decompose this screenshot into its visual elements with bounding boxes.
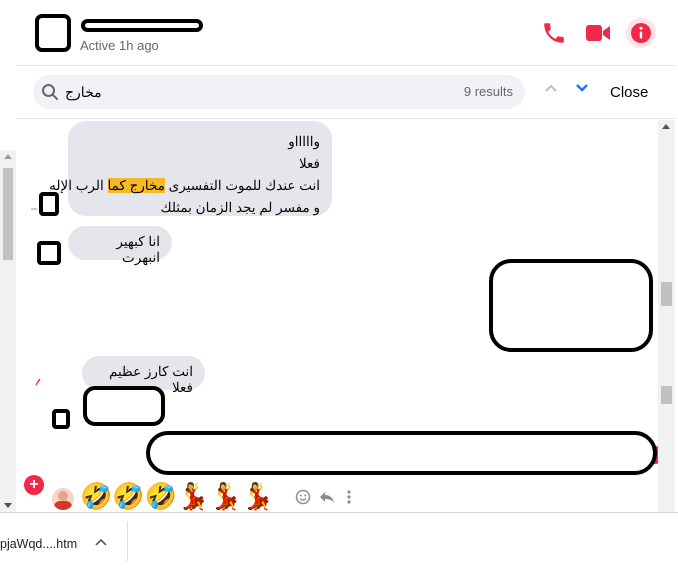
scroll-up-arrow-icon[interactable] [662,124,670,129]
search-input[interactable]: مخارج 9 results [33,75,525,109]
reactor-avatar [52,488,74,510]
message-list: واااااو فعلا انت عندك للموت التفسيرى مخا… [17,120,678,518]
results-count: 9 results [463,84,513,99]
reaction-row: + 🤣🤣🤣💃💃💃 [17,472,676,512]
sender-avatar-redacted [37,241,61,265]
scroll-up-arrow-icon[interactable] [4,154,12,159]
next-result-chevron-down-icon[interactable] [575,83,589,93]
redacted-message [489,259,653,352]
search-icon [42,84,58,100]
previous-result-chevron-up-icon[interactable] [544,83,558,93]
info-icon [631,23,651,43]
message-bubble[interactable]: انت كارز عظيم فعلا [82,356,205,395]
scroll-thumb[interactable] [3,168,13,260]
video-icon[interactable] [585,20,611,46]
message-bubble[interactable]: واااااو فعلا انت عندك للموت التفسيرى مخا… [49,121,332,216]
chat-scrollbar[interactable] [658,120,675,512]
message-line: فعلا [298,156,320,171]
read-receipt [31,208,37,210]
contact-name-redacted[interactable] [81,19,203,32]
message-bubble[interactable]: انا كبهير انبهرت [68,226,172,265]
chevron-up-icon[interactable] [95,538,107,546]
conversation-header: Active 1h ago [17,0,676,66]
message-line: انت عندك للموت التفسيرى مخارج كما الرب ا… [49,175,320,197]
download-shelf: pjaWqd....htm [0,512,678,568]
divider [127,521,128,561]
reply-icon[interactable] [318,489,336,505]
more-icon[interactable] [346,489,352,505]
close-search-button[interactable]: Close [610,84,648,101]
scroll-thumb[interactable] [661,386,672,404]
sender-avatar-redacted [39,192,59,216]
redacted-message [146,431,657,475]
messenger-window: Active 1h ago مخارج 9 results Close وااا… [0,0,678,568]
search-query-text: مخارج [65,84,102,100]
smile-icon[interactable] [295,489,311,505]
message-line: واااااو [288,134,320,149]
message-text: الرب الإله [49,178,104,193]
add-button[interactable]: + [24,475,44,495]
message-line: و مفسر لم يجد الزمان بمثلك [160,200,320,215]
sender-avatar-redacted [52,409,70,429]
search-highlight: مخارج كما [107,178,165,193]
redacted-message [83,386,165,426]
conversation-search-bar: مخارج 9 results Close [17,67,676,119]
avatar[interactable] [35,14,71,52]
phone-icon[interactable] [541,20,567,46]
read-receipt [35,378,41,386]
scroll-thumb[interactable] [661,282,672,306]
reaction-emojis[interactable]: 🤣🤣🤣💃💃💃 [80,481,274,511]
info-button[interactable] [626,18,656,48]
scroll-down-arrow-icon[interactable] [4,503,12,508]
message-text: انت عندك للموت التفسيرى [168,178,320,193]
active-status: Active 1h ago [80,38,159,53]
page-scrollbar[interactable] [0,150,16,512]
download-file-name[interactable]: pjaWqd....htm [0,537,77,551]
